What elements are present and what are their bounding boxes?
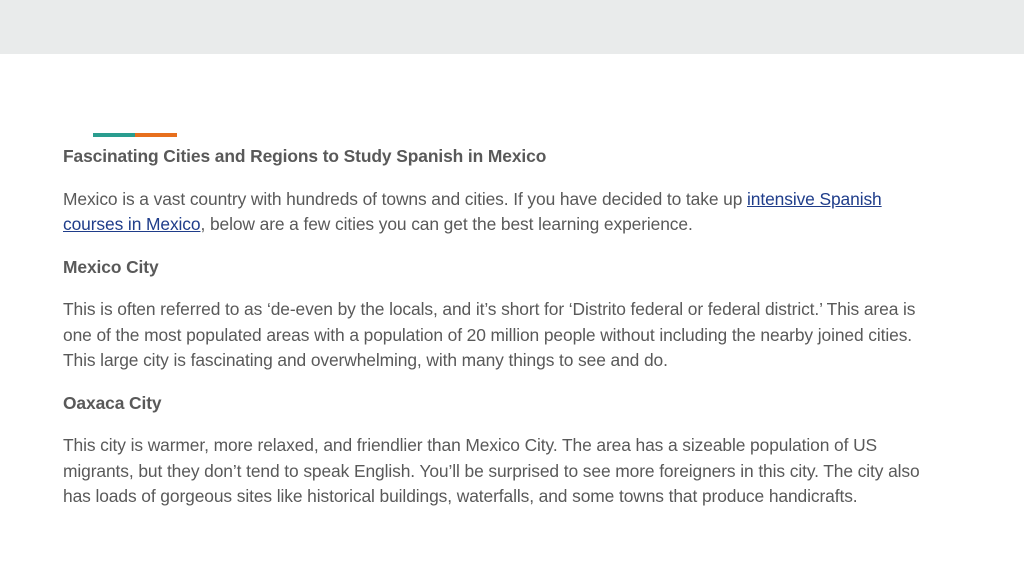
section-heading-oaxaca-city: Oaxaca City	[63, 392, 162, 413]
section-body-oaxaca-city: This city is warmer, more relaxed, and f…	[63, 435, 920, 506]
accent-bar-teal	[93, 133, 135, 137]
section-heading-mexico-city: Mexico City	[63, 256, 159, 277]
article-title: Fascinating Cities and Regions to Study …	[63, 146, 547, 166]
top-bar	[0, 0, 1024, 54]
intro-text-after: , below are a few cities you can get the…	[200, 214, 693, 234]
article-content: Fascinating Cities and Regions to Study …	[63, 144, 943, 510]
intro-text-before: Mexico is a vast country with hundreds o…	[63, 188, 748, 209]
section-body-mexico-city: This is often referred to as ‘de-even by…	[63, 299, 916, 370]
intro-paragraph: Mexico is a vast country with hundreds o…	[63, 187, 943, 238]
accent-bar-orange	[135, 133, 177, 137]
